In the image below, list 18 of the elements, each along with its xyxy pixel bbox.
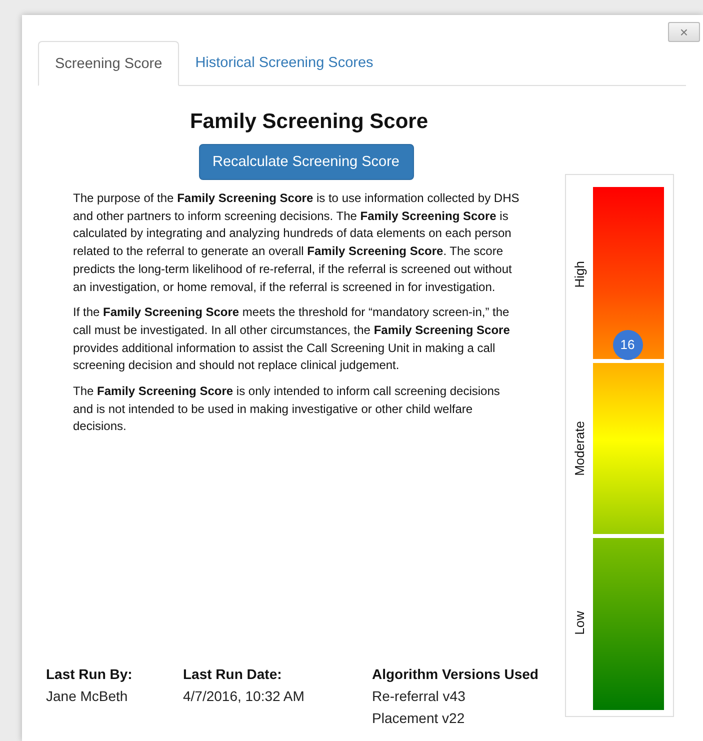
description-paragraph: The purpose of the Family Screening Score is to use information collected by DHS and other partners to inform screening decisions. The Family Screening Score is calculated by integrating and analyzing hundreds of data elements on each person related to the referral to generate an overall Family Screening Score. The score predicts the long-term likelihood of re-referral, if the referral is screened out without an investigation, or home removal, if the referral is screened in for investigation.: [73, 190, 520, 296]
field-value: Placement v22: [372, 709, 466, 728]
field-label: Algorithm Versions Used: [372, 665, 538, 684]
score-heading: Family Screening Score: [188, 110, 430, 134]
tab[interactable]: Screening Score: [38, 41, 180, 86]
field-value: Jane McBeth: [46, 687, 129, 706]
tab[interactable]: Historical Screening Scores: [179, 41, 390, 86]
description-paragraph: The Family Screening Score is only intended to inform call screening decisions and is not intended to be used in making investigative or other child welfare decisions.: [73, 383, 501, 436]
description-paragraph: If the Family Screening Score meets the threshold for “mandatory screen-in,” the call must be investigated. In all other circumstances, the Family Screening Score provides additional information to assist the Call Screening Unit in making a call screening decision and should not replace clinical judgement.: [73, 304, 511, 374]
field-label: Last Run By:: [46, 665, 134, 684]
risk-level-label: High: [572, 260, 587, 288]
field-value: Re-referral v43: [372, 687, 466, 706]
risk-level-label: Low: [572, 610, 587, 635]
risk-level-label: Moderate: [572, 421, 587, 476]
close-button[interactable]: ×: [668, 22, 700, 42]
field-value: 4/7/2016, 10:32 AM: [183, 687, 306, 706]
field-label: Last Run Date:: [183, 665, 283, 684]
recalculate-button[interactable]: Recalculate Screening Score: [198, 144, 414, 180]
